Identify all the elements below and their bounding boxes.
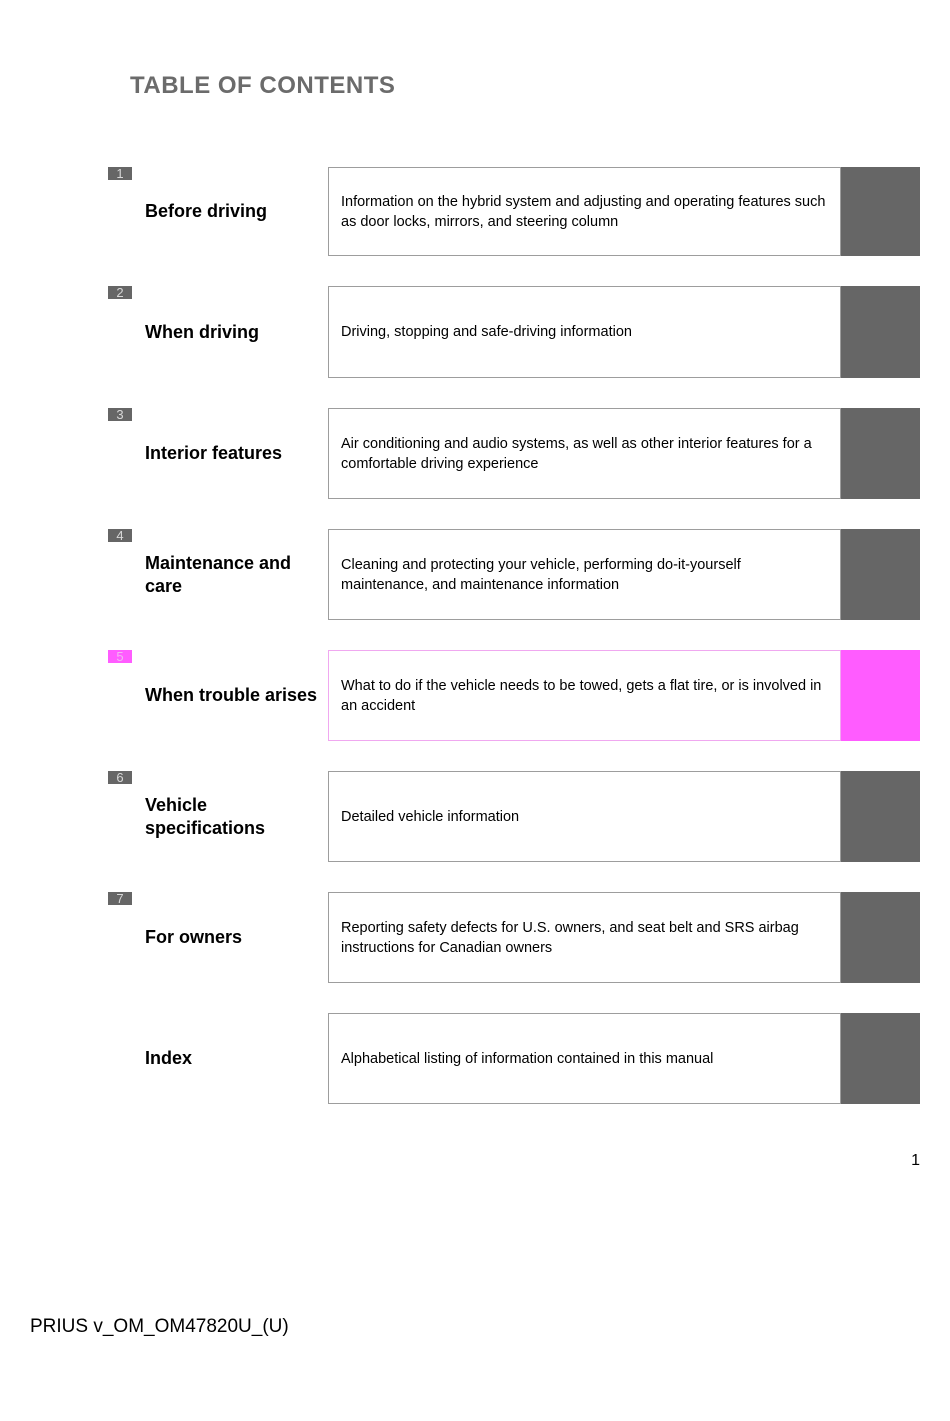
section-edge-marker — [841, 408, 920, 499]
toc-page: TABLE OF CONTENTS 1 Before driving Informa… — [0, 0, 950, 1421]
toc-row[interactable]: 7 For owners Reporting safety defects for … — [108, 892, 920, 983]
section-description-box: Cleaning and protecting your vehicle, pe… — [328, 529, 841, 620]
section-number-tab[interactable]: 7 — [108, 892, 132, 905]
section-title[interactable]: When trouble arises — [145, 650, 325, 741]
toc-row[interactable]: 5 When trouble arises What to do if the ve… — [108, 650, 920, 741]
toc-row[interactable]: 3 Interior features Air conditioning and a… — [108, 408, 920, 499]
section-title[interactable]: Vehicle specifications — [145, 771, 325, 862]
section-edge-marker — [841, 892, 920, 983]
section-description-text: Alphabetical listing of information cont… — [341, 1050, 714, 1067]
page-title: TABLE OF CONTENTS — [130, 72, 396, 99]
footer-document-code: PRIUS v_OM_OM47820U_(U) — [30, 1316, 289, 1337]
toc-row[interactable]: 6 Vehicle specifications Detailed vehicle … — [108, 771, 920, 862]
section-description-text: What to do if the vehicle needs to be to… — [341, 677, 822, 714]
section-description-box: Driving, stopping and safe-driving infor… — [328, 286, 841, 378]
section-description-box: Information on the hybrid system and adj… — [328, 167, 841, 256]
toc-row[interactable]: 1 Before driving Information on the hybrid… — [108, 167, 920, 256]
toc-row[interactable]: 2 When driving Driving, stopping and safe-… — [108, 286, 920, 378]
section-number-tab[interactable]: 2 — [108, 286, 132, 299]
section-description-box: Alphabetical listing of information cont… — [328, 1013, 841, 1104]
page-number: 1 — [911, 1152, 920, 1169]
section-description-text: Information on the hybrid system and adj… — [341, 193, 826, 230]
section-number-tab[interactable]: 1 — [108, 167, 132, 180]
toc-row-list: 1 Before driving Information on the hybrid… — [108, 167, 920, 1134]
section-edge-marker — [841, 650, 920, 741]
section-description-text: Detailed vehicle information — [341, 808, 520, 825]
section-edge-marker — [841, 771, 920, 862]
section-description-text: Driving, stopping and safe-driving infor… — [341, 324, 632, 340]
section-description-text: Cleaning and protecting your vehicle, pe… — [341, 556, 741, 593]
section-edge-marker — [841, 286, 920, 378]
section-description-box: Detailed vehicle information — [328, 771, 841, 862]
section-number-tab[interactable]: 5 — [108, 650, 132, 663]
section-title[interactable]: When driving — [145, 286, 325, 378]
section-number-tab[interactable]: 4 — [108, 529, 132, 542]
section-description-text: Air conditioning and audio systems, as w… — [341, 435, 812, 472]
section-description-box: Reporting safety defects for U.S. owners… — [328, 892, 841, 983]
section-edge-marker — [841, 1013, 920, 1104]
section-title[interactable]: For owners — [145, 892, 325, 983]
toc-row[interactable]: Index Alphabetical listing of information… — [108, 1013, 920, 1104]
section-title[interactable]: Before driving — [145, 167, 325, 256]
section-number-tab[interactable]: 3 — [108, 408, 132, 421]
section-edge-marker — [841, 529, 920, 620]
section-description-text: Reporting safety defects for U.S. owners… — [341, 919, 799, 956]
section-number-tab[interactable]: 6 — [108, 771, 132, 784]
section-title[interactable]: Interior features — [145, 408, 325, 499]
section-title[interactable]: Index — [145, 1013, 325, 1104]
toc-row[interactable]: 4 Maintenance and care Cleaning and protec… — [108, 529, 920, 620]
section-description-box: What to do if the vehicle needs to be to… — [328, 650, 841, 741]
section-title[interactable]: Maintenance and care — [145, 529, 325, 620]
section-edge-marker — [841, 167, 920, 256]
section-description-box: Air conditioning and audio systems, as w… — [328, 408, 841, 499]
